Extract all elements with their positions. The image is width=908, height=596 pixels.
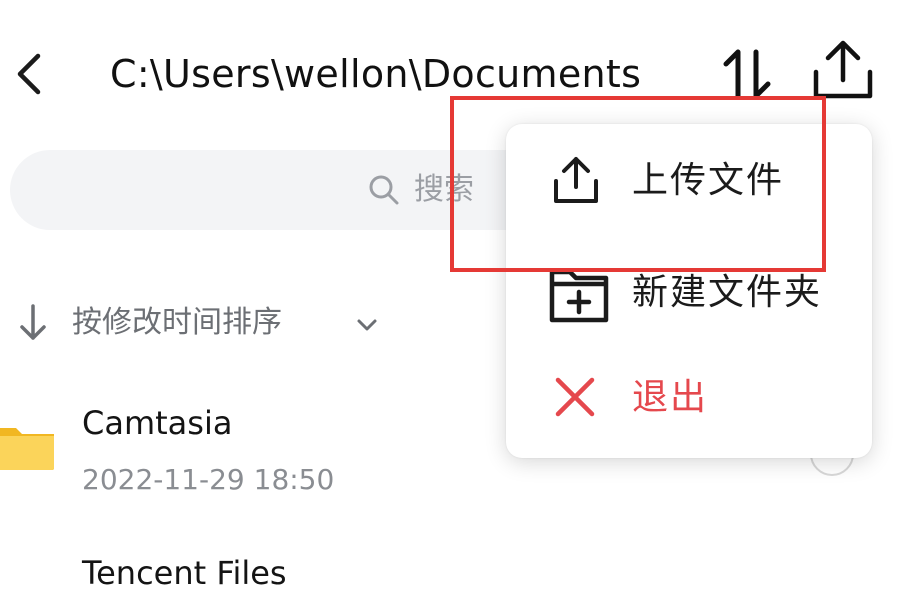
menu-item-label: 上传文件	[632, 160, 785, 201]
search-icon	[368, 174, 400, 206]
menu-item-label: 退出	[632, 377, 709, 418]
chevron-down-icon[interactable]	[352, 310, 382, 340]
sort-toggle-button[interactable]	[716, 44, 780, 104]
sort-arrows-icon	[723, 49, 771, 99]
upload-icon	[813, 40, 873, 99]
back-button[interactable]	[8, 46, 52, 102]
new-folder-icon	[549, 269, 609, 323]
search-placeholder: 搜索	[414, 172, 474, 207]
menu-item-upload-file[interactable]: 上传文件	[506, 126, 872, 236]
chevron-left-icon	[17, 53, 41, 95]
arrow-down-icon	[16, 300, 50, 344]
menu-item-new-folder[interactable]: 新建文件夹	[506, 236, 872, 346]
folder-icon	[0, 420, 54, 472]
upload-icon	[554, 157, 598, 203]
list-item-name[interactable]: Camtasia	[82, 400, 232, 446]
menu-item-label: 新建文件夹	[632, 272, 823, 313]
list-item-name[interactable]: Tencent Files	[82, 550, 287, 596]
upload-dropdown-menu: 上传文件 新建文件夹 退出	[506, 124, 872, 458]
close-icon	[555, 377, 595, 417]
list-item-date: 2022-11-29 18:50	[82, 463, 335, 496]
current-path-title: C:\Users\wellon\Documents	[110, 52, 642, 96]
sort-by-modified-time[interactable]: 按修改时间排序	[72, 300, 282, 346]
menu-item-exit[interactable]: 退出	[506, 346, 872, 456]
upload-menu-button[interactable]	[808, 36, 878, 104]
